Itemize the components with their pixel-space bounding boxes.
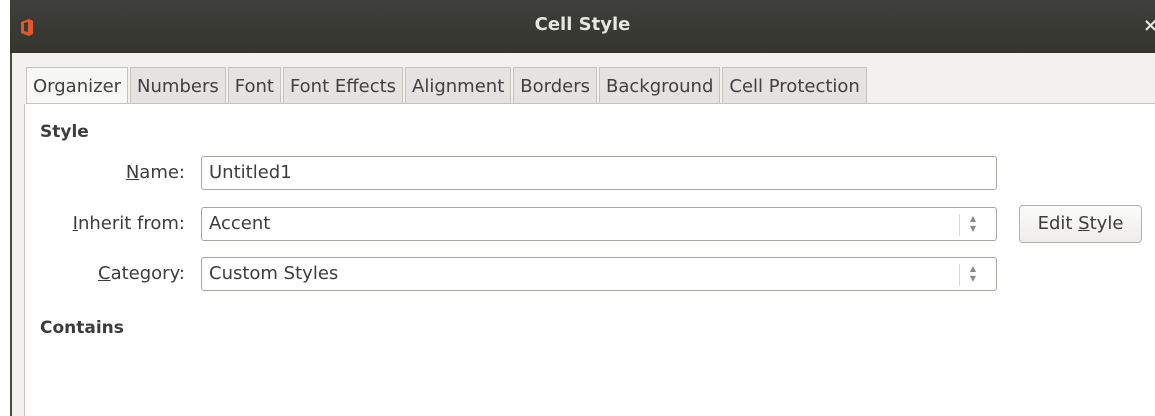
title-bar: Cell Style ×	[10, 0, 1155, 53]
inherit-from-label: Inherit from:	[72, 213, 185, 234]
tab-font[interactable]: Font	[227, 67, 281, 104]
tab-font-effects[interactable]: Font Effects	[282, 67, 404, 104]
tab-alignment[interactable]: Alignment	[405, 67, 512, 104]
inherit-from-dropdown[interactable]: Accent ▲ ▼	[201, 207, 997, 241]
tab-numbers[interactable]: Numbers	[130, 67, 226, 104]
updown-arrows-icon: ▲ ▼	[959, 214, 978, 236]
tab-organizer[interactable]: Organizer	[26, 67, 129, 104]
window-title: Cell Style	[534, 14, 631, 35]
name-field[interactable]: Untitled1	[201, 156, 997, 190]
contains-heading: Contains	[40, 318, 124, 338]
category-value: Custom Styles	[209, 263, 339, 284]
tab-borders[interactable]: Borders	[513, 67, 597, 104]
tab-background[interactable]: Background	[599, 67, 721, 104]
name-label: Name:	[125, 162, 185, 183]
inherit-from-value: Accent	[209, 213, 271, 234]
category-dropdown[interactable]: Custom Styles ▲ ▼	[201, 257, 997, 291]
cell-style-dialog: Organizer Numbers Font Font Effects Alig…	[10, 53, 1155, 416]
tab-bar: Organizer Numbers Font Font Effects Alig…	[26, 67, 869, 104]
updown-arrows-icon: ▲ ▼	[959, 264, 978, 286]
close-icon[interactable]: ×	[1143, 15, 1155, 36]
tab-cell-protection[interactable]: Cell Protection	[722, 67, 867, 104]
category-label: Category:	[98, 263, 185, 284]
organizer-panel: Style Name: Untitled1 Inherit from: Acce…	[24, 104, 1155, 416]
style-heading: Style	[40, 122, 89, 142]
edit-style-button[interactable]: Edit Style	[1019, 205, 1142, 243]
